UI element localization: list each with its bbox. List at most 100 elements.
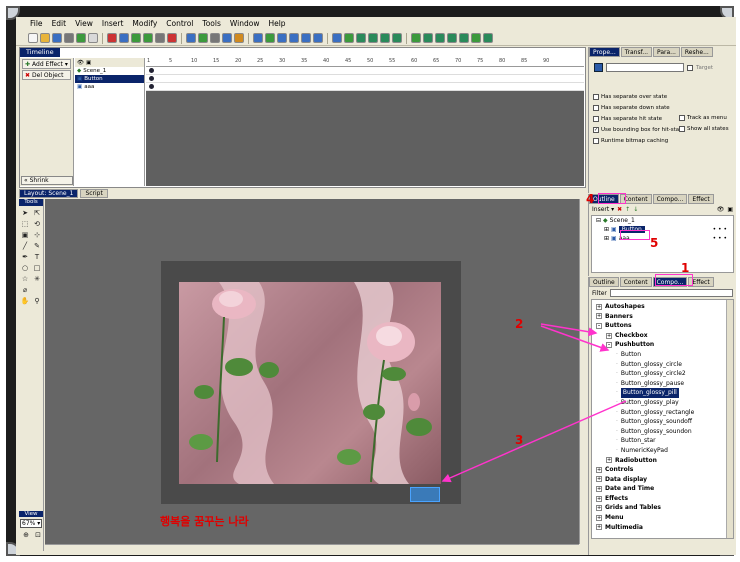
outline-node[interactable]: ⊞ ▣ Button • • •	[592, 225, 733, 234]
expand-icon[interactable]: +	[596, 466, 602, 473]
component-tree-item[interactable]: + Effects	[594, 494, 731, 504]
component-tree-item[interactable]: + Menu	[594, 513, 731, 523]
pen-tool-icon[interactable]: ✒	[20, 252, 30, 262]
transform-tool-icon[interactable]: ⬚	[20, 219, 30, 229]
component-tree-item[interactable]: + Controls	[594, 465, 731, 475]
select-tool-icon[interactable]: ➤	[20, 208, 30, 218]
layout-canvas[interactable]: 행복을 꿈꾸는 나라	[45, 199, 579, 544]
component-tree-item[interactable]: - Buttons	[594, 321, 731, 331]
toolbar-tool-icon[interactable]	[64, 33, 74, 43]
expand-icon[interactable]: +	[596, 524, 602, 531]
ellipse-tool-icon[interactable]: ○	[20, 263, 30, 273]
line-tool-icon[interactable]: ╱	[20, 241, 30, 251]
panel-tab[interactable]: Content	[619, 277, 652, 287]
toolbar-tool-icon[interactable]	[234, 33, 244, 43]
toolbar-tool-icon[interactable]	[28, 33, 38, 43]
component-tree-item[interactable]: · NumericKeyPad	[594, 446, 731, 456]
target-checkbox[interactable]	[687, 64, 693, 71]
menu-help[interactable]: Help	[268, 19, 285, 28]
expand-icon[interactable]: +	[596, 313, 602, 320]
panel-tab[interactable]: Reshe...	[680, 47, 713, 57]
component-tree-item[interactable]: + Banners	[594, 312, 731, 322]
expand-icon[interactable]: +	[606, 457, 612, 464]
option-checkbox[interactable]: ✓	[593, 127, 599, 133]
toolbar-tool-icon[interactable]	[131, 33, 141, 43]
eye-icon[interactable]: 👁	[717, 206, 725, 213]
component-tree-item[interactable]: + Date and Time	[594, 484, 731, 494]
option-checkbox[interactable]	[593, 116, 599, 122]
component-tree-item[interactable]: · Button	[594, 350, 731, 360]
outline-node[interactable]: ⊟ ◆ Scene_1	[592, 216, 733, 225]
expand-icon[interactable]: -	[596, 322, 602, 329]
move-down-icon[interactable]: ↓	[633, 206, 638, 213]
toolbar-tool-icon[interactable]	[435, 33, 445, 43]
expand-icon[interactable]: -	[606, 342, 612, 349]
toolbar-tool-icon[interactable]	[76, 33, 86, 43]
toolbar-tool-icon[interactable]	[356, 33, 366, 43]
text-tool-icon[interactable]: T	[32, 252, 42, 262]
component-tree-item[interactable]: + Checkbox	[594, 331, 731, 341]
selected-button-object[interactable]	[410, 487, 440, 502]
shrink-button[interactable]: « Shrink	[21, 176, 73, 185]
component-tree-item[interactable]: + Multimedia	[594, 523, 731, 533]
component-tree-item[interactable]: · Button_glossy_rectangle	[594, 408, 731, 418]
toolbar-tool-icon[interactable]	[447, 33, 457, 43]
toolbar-tool-icon[interactable]	[380, 33, 390, 43]
option-checkbox[interactable]	[593, 94, 599, 100]
toolbar-tool-icon[interactable]	[186, 33, 196, 43]
reshape-tool-icon[interactable]: ⊹	[32, 230, 42, 240]
menu-control[interactable]: Control	[166, 19, 193, 28]
move-up-icon[interactable]: ↑	[625, 206, 630, 213]
toolbar-tool-icon[interactable]	[423, 33, 433, 43]
lock-icon[interactable]: ▣	[727, 206, 733, 213]
keyframe[interactable]	[149, 84, 154, 89]
expand-icon[interactable]: +	[596, 495, 602, 502]
eyedropper-tool-icon[interactable]: ⌀	[20, 285, 30, 295]
del-object-button[interactable]: ✖ Del Object	[22, 70, 71, 80]
panel-tab[interactable]: Compo...	[652, 194, 688, 204]
expand-icon[interactable]: ⊟	[596, 217, 601, 224]
crop-tool-icon[interactable]: ▣	[20, 230, 30, 240]
panel-tab[interactable]: Transf...	[620, 47, 653, 57]
component-tree-item[interactable]: · Button_glossy_circle2	[594, 369, 731, 379]
rose-artwork-image[interactable]	[179, 282, 441, 484]
zoom-tool-icon[interactable]: ⚲	[32, 296, 42, 306]
expand-icon[interactable]: +	[596, 476, 602, 483]
zoom-in-icon[interactable]: ⊕	[21, 530, 31, 540]
menu-insert[interactable]: Insert	[102, 19, 124, 28]
component-tree-item[interactable]: · Button_glossy_soundon	[594, 427, 731, 437]
toolbar-tool-icon[interactable]	[198, 33, 208, 43]
frame-row[interactable]	[146, 67, 584, 75]
hand-tool-icon[interactable]: ✋	[20, 296, 30, 306]
toolbar-tool-icon[interactable]	[313, 33, 323, 43]
component-tree-item[interactable]: · Button_star	[594, 436, 731, 446]
components-scrollbar[interactable]	[726, 300, 733, 538]
expand-icon[interactable]: +	[596, 505, 602, 512]
toolbar-tool-icon[interactable]	[289, 33, 299, 43]
keyframe[interactable]	[149, 68, 154, 73]
expand-icon[interactable]: +	[596, 514, 602, 521]
expand-icon[interactable]: ⊞	[604, 226, 609, 233]
timeline-title[interactable]: Timeline	[20, 48, 60, 57]
component-tree-item[interactable]: + Autoshapes	[594, 302, 731, 312]
panel-tab[interactable]: Effect	[688, 194, 714, 204]
rectangle-tool-icon[interactable]: □	[32, 263, 42, 273]
toolbar-tool-icon[interactable]	[344, 33, 354, 43]
subselect-tool-icon[interactable]: ⇱	[32, 208, 42, 218]
component-tree-item[interactable]: · Button_glossy_pause	[594, 379, 731, 389]
toolbar-tool-icon[interactable]	[210, 33, 220, 43]
zoom-select[interactable]: 67% ▾	[20, 519, 42, 528]
panel-tab[interactable]: Outline	[589, 277, 619, 287]
toolbar-tool-icon[interactable]	[119, 33, 129, 43]
toolbar-tool-icon[interactable]	[88, 33, 98, 43]
option-checkbox[interactable]	[679, 126, 685, 132]
toolbar-tool-icon[interactable]	[167, 33, 177, 43]
menu-view[interactable]: View	[75, 19, 93, 28]
toolbar-tool-icon[interactable]	[392, 33, 402, 43]
property-option[interactable]: Runtime bitmap caching	[589, 138, 736, 144]
timeline-layer[interactable]: ◆ Scene_1	[75, 67, 144, 75]
property-option[interactable]: Track as menu	[675, 115, 729, 121]
star-tool-icon[interactable]: ☆	[20, 274, 30, 284]
expand-icon[interactable]: ⊞	[604, 235, 609, 242]
delete-icon[interactable]: ✖	[617, 206, 622, 213]
